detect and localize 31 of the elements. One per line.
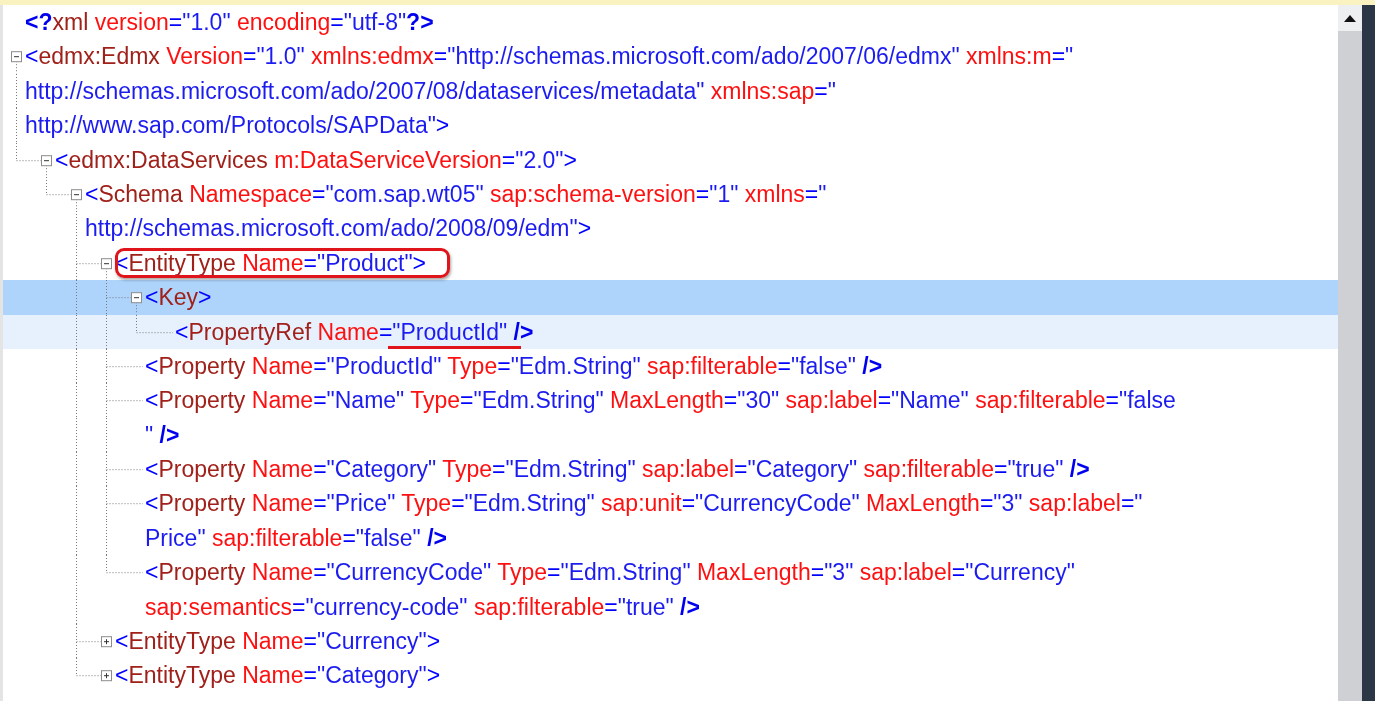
expand-toggle[interactable] <box>101 636 112 648</box>
xml-line: <Property Name="CurrencyCode" Type="Edm.String" MaxLength="3" sap:label="Currency" <box>145 558 1075 588</box>
xml-line: http://schemas.microsoft.com/ado/2008/09/edm"> <box>85 214 592 244</box>
xml-line: " /> <box>145 420 180 450</box>
xml-line: <EntityType Name="Currency"> <box>115 627 441 657</box>
xml-line: Price" sap:filterable="false" /> <box>145 523 447 553</box>
selected-row[interactable]: <Key> <box>3 280 1338 315</box>
xml-line: <Key> <box>145 283 212 313</box>
xml-line: <PropertyRef Name="ProductId" /> <box>175 314 534 349</box>
expand-toggle[interactable] <box>101 670 112 682</box>
collapse-toggle[interactable] <box>71 189 82 201</box>
collapse-toggle[interactable] <box>41 154 52 166</box>
hovered-row[interactable]: <PropertyRef Name="ProductId" /> <box>3 314 1338 349</box>
xml-line: sap:semantics="currency-code" sap:filterable="true" /> <box>145 592 700 622</box>
xml-line: <EntityType Name="Category"> <box>115 661 441 691</box>
xml-line: http://www.sap.com/Protocols/SAPData"> <box>25 111 450 141</box>
xml-line: <Property Name="Name" Type="Edm.String" MaxLength="30" sap:label="Name" sap:filterable="false <box>145 386 1176 416</box>
collapse-toggle[interactable] <box>131 292 142 304</box>
xml-line: <edmx:DataServices m:DataServiceVersion="2.0"> <box>55 145 577 175</box>
xml-line: <edmx:Edmx Version="1.0" xmlns:edmx="http://schemas.microsoft.com/ado/2007/06/edmx" xmlns:m=" <box>25 42 1074 72</box>
xml-line: <Schema Namespace="com.sap.wt05" sap:schema-version="1" xmlns=" <box>85 179 827 209</box>
xml-line: <Property Name="Price" Type="Edm.String" sap:unit="CurrencyCode" MaxLength="3" sap:label=" <box>145 489 1143 519</box>
scroll-up-button[interactable] <box>1338 5 1362 31</box>
xml-line: <Property Name="Category" Type="Edm.String" sap:label="Category" sap:filterable="true" /> <box>145 455 1090 485</box>
xml-line: http://schemas.microsoft.com/ado/2007/08/dataservices/metadata" xmlns:sap=" <box>25 76 836 106</box>
triangle-up-icon <box>1344 14 1356 22</box>
xml-line: <?xml version="1.0" encoding="utf-8"?> <box>25 8 434 37</box>
collapse-toggle[interactable] <box>101 257 112 269</box>
scrollbar-track[interactable] <box>1338 5 1362 701</box>
collapse-toggle[interactable] <box>11 51 22 63</box>
xml-line: <Property Name="ProductId" Type="Edm.String" sap:filterable="false" /> <box>145 351 883 381</box>
